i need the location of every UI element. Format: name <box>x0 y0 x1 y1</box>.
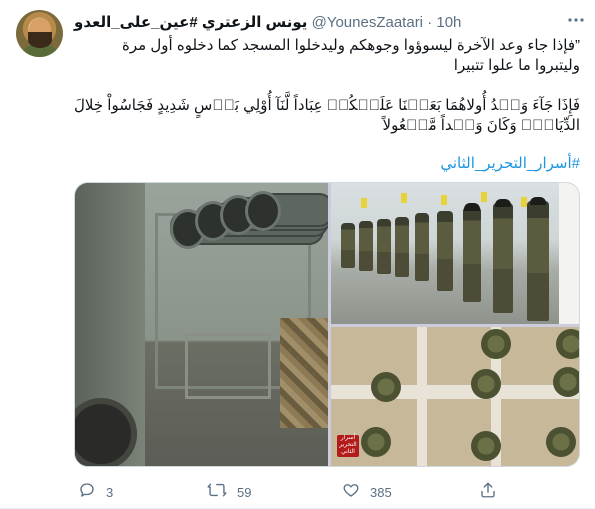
soldier-figure <box>415 213 429 281</box>
beret-shape <box>464 203 480 211</box>
soldier-top-view <box>471 431 501 461</box>
soldier-figure <box>341 223 355 268</box>
soldier-figure <box>395 217 409 277</box>
hashtag-link[interactable]: #أسرار_التحرير_الثاني <box>74 154 580 174</box>
soldier-figure <box>527 201 549 321</box>
media-image-marching-soldiers[interactable] <box>331 183 579 324</box>
soldier-figure <box>493 203 513 313</box>
avatar[interactable] <box>16 10 63 57</box>
launcher-tube-end <box>245 191 281 231</box>
reply-count: 3 <box>106 485 114 500</box>
truck-bed-shape <box>185 333 271 399</box>
like-button[interactable]: 385 <box>342 481 392 501</box>
beret-shape <box>530 197 546 205</box>
soldier-top-view <box>471 369 501 399</box>
soldier-top-view <box>546 427 576 457</box>
soldier-figure <box>359 221 373 271</box>
flag-banner-shape <box>559 183 579 324</box>
share-icon <box>479 481 497 505</box>
soldier-figure <box>377 219 391 274</box>
flag-shape <box>361 198 367 208</box>
reply-button[interactable]: 3 <box>78 481 113 501</box>
soldier-figure <box>463 207 481 302</box>
media-image-formation-top-view[interactable]: أسرار التحرير الثاني <box>331 327 579 466</box>
tweet-actions: 3 59 385 <box>74 481 580 501</box>
tweet-text-paragraph-1: ”فإذا جاء وعد الآخرة ليسوؤوا وجوهكم وليد… <box>122 37 580 74</box>
flag-shape <box>481 192 487 202</box>
share-button[interactable] <box>479 481 507 501</box>
soldier-top-view <box>553 367 579 397</box>
road-stripe-shape <box>417 327 427 466</box>
tweet-header: يونس الزعتري #عين_على_العدو @YounesZaata… <box>74 13 564 33</box>
author-name[interactable]: يونس الزعتري #عين_على_العدو <box>74 14 307 31</box>
flag-shape <box>441 195 447 205</box>
soldier-figure <box>437 211 453 291</box>
soldier-top-view <box>361 427 391 457</box>
soldier-top-view <box>481 329 511 359</box>
retweet-button[interactable]: 59 <box>207 481 251 501</box>
separator-dot: · <box>427 14 433 31</box>
media-image-rocket-launcher[interactable] <box>75 183 328 466</box>
flag-shape <box>401 193 407 203</box>
soldier-top-view <box>371 372 401 402</box>
media-grid: أسرار التحرير الثاني <box>74 182 580 467</box>
heart-icon <box>342 481 360 505</box>
like-count: 385 <box>370 485 392 500</box>
avatar-beard-shape <box>28 32 52 48</box>
author-handle[interactable]: @YounesZaatari <box>312 14 423 31</box>
road-stripe-shape <box>331 385 579 399</box>
beret-shape <box>495 199 511 207</box>
retweet-icon <box>207 481 227 505</box>
more-icon[interactable] <box>566 11 586 31</box>
tweet-text-paragraph-2: فَإِذَا جَآءَ وَعۡدُ أُولاهُمَا بَعَثۡنَ… <box>74 97 580 134</box>
retweet-count: 59 <box>237 485 252 500</box>
soldier-top-view <box>556 329 579 359</box>
camouflage-net-shape <box>280 318 328 428</box>
reply-icon <box>78 481 96 505</box>
tweet[interactable]: يونس الزعتري #عين_على_العدو @YounesZaata… <box>0 0 595 509</box>
channel-watermark-logo: أسرار التحرير الثاني <box>337 435 359 457</box>
tweet-time[interactable]: 10h <box>436 14 461 31</box>
